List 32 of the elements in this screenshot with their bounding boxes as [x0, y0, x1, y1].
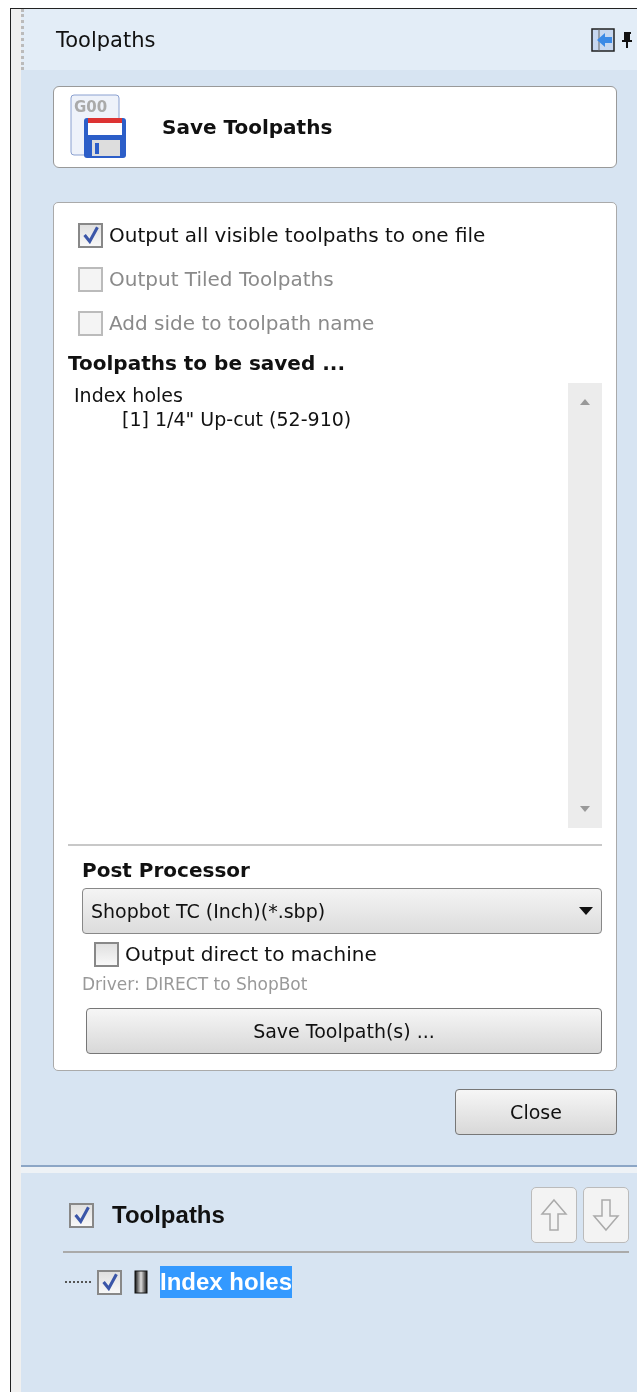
drill-bit-icon	[134, 1270, 148, 1294]
dropdown-caret-icon	[579, 907, 593, 915]
toolpaths-heading: Toolpaths	[112, 1201, 225, 1229]
option-label: Output Tiled Toolpaths	[109, 267, 334, 291]
down-arrow-icon	[592, 1198, 620, 1232]
move-up-button[interactable]	[531, 1187, 577, 1243]
up-arrow-icon	[540, 1198, 568, 1232]
close-button[interactable]: Close	[455, 1089, 617, 1135]
scrollbar[interactable]	[568, 383, 602, 828]
tree-connector	[65, 1281, 91, 1283]
post-processor-dropdown[interactable]: Shopbot TC (Inch)(*.sbp)	[82, 888, 602, 934]
section-heading: Toolpaths to be saved ...	[68, 351, 346, 375]
list-item: Index holes	[74, 383, 184, 407]
dock-icon[interactable]	[591, 27, 615, 52]
option-label: Output direct to machine	[125, 942, 377, 966]
checkbox[interactable]	[97, 1269, 122, 1295]
list-item: [1] 1/4" Up-cut (52-910)	[121, 407, 353, 431]
checkbox[interactable]	[94, 941, 119, 967]
panel-title: Toolpaths	[56, 27, 156, 52]
option-label: Add side to toolpath name	[109, 311, 375, 335]
checkbox[interactable]	[78, 222, 103, 248]
option-label: Output all visible toolpaths to one file	[109, 223, 486, 247]
save-toolpaths-button[interactable]: Save Toolpath(s) ...	[86, 1008, 602, 1054]
checkbox[interactable]	[69, 1202, 94, 1228]
section-heading: Post Processor	[81, 858, 251, 882]
splitter-bar[interactable]	[21, 1165, 637, 1173]
pin-icon[interactable]	[621, 29, 633, 50]
save-toolpaths-button[interactable]: G00 Save Toolpaths	[53, 86, 617, 168]
scroll-down-icon[interactable]	[580, 806, 590, 812]
driver-label: Driver: DIRECT to ShopBot	[81, 974, 309, 996]
move-down-button[interactable]	[583, 1187, 629, 1243]
scroll-up-icon[interactable]	[580, 399, 590, 405]
